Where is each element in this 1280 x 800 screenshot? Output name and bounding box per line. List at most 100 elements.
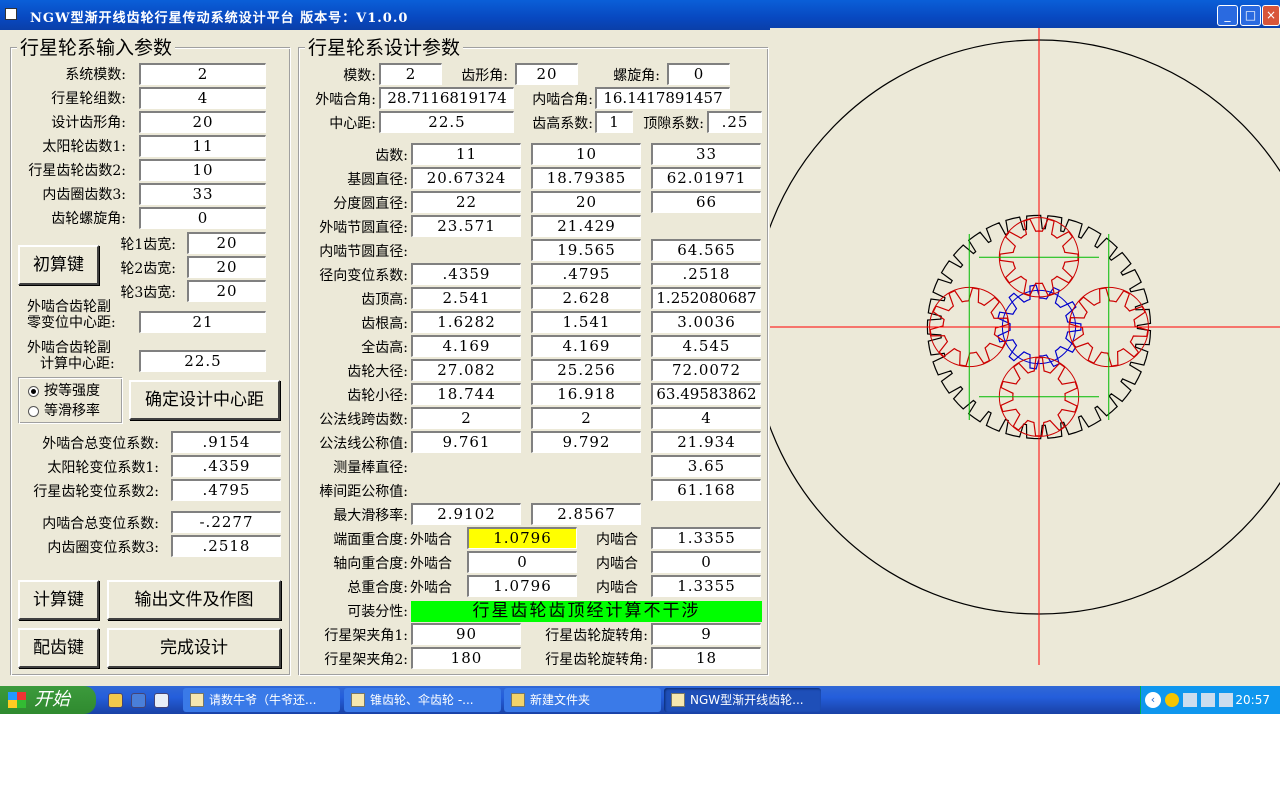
clock: 20:57 bbox=[1235, 693, 1270, 707]
assembly-status: 行星齿轮齿顶经计算不干涉 bbox=[411, 601, 762, 622]
minimize-button[interactable]: _ bbox=[1217, 5, 1238, 26]
helix-value: 0 bbox=[667, 63, 730, 85]
zero-center-label-1: 外啮合齿轮副 bbox=[27, 299, 111, 315]
pressure-angle-input[interactable]: 20 bbox=[139, 111, 266, 133]
confirm-center-button[interactable]: 确定设计中心距 bbox=[129, 380, 280, 420]
app-icon bbox=[5, 8, 17, 20]
taskbar-item-label: NGW型渐开线齿轮... bbox=[690, 693, 804, 707]
param-cell-gear2: 2.628 bbox=[531, 287, 641, 309]
param-cell-gear1: 2 bbox=[411, 407, 521, 429]
param-cell-gear3: 1.252080687 bbox=[651, 287, 761, 309]
taskbar-item-active[interactable]: NGW型渐开线齿轮... bbox=[664, 688, 821, 712]
window-title: NGW型渐开线齿轮行星传动系统设计平台 版本号：V1.0.0 bbox=[30, 11, 409, 26]
planet-count-input[interactable]: 4 bbox=[139, 87, 266, 109]
param-cell-gear3: 63.49583862 bbox=[651, 383, 761, 405]
helix-angle-input[interactable]: 0 bbox=[139, 207, 266, 229]
system-tray: ‹ 20:57 bbox=[1140, 686, 1280, 714]
param-cell-gear2: 19.565 bbox=[531, 239, 641, 261]
equal-strength-radio[interactable] bbox=[28, 386, 39, 397]
param-cell-gear3: 62.01971 bbox=[651, 167, 761, 189]
design-params-title: 行星轮系设计参数 bbox=[305, 38, 464, 58]
rot2-label: 行星齿轮旋转角: bbox=[545, 652, 648, 668]
param-cell-gear3: 3.65 bbox=[651, 455, 761, 477]
module-input[interactable]: 2 bbox=[139, 63, 266, 85]
init-calc-button[interactable]: 初算键 bbox=[18, 245, 99, 285]
zero-center-distance: 21 bbox=[139, 311, 266, 333]
param-cell-gear1: 2.541 bbox=[411, 287, 521, 309]
taskbar-item[interactable]: 新建文件夹 bbox=[504, 688, 661, 712]
param-cell-gear3: 61.168 bbox=[651, 479, 761, 501]
windows-logo-icon bbox=[8, 692, 26, 708]
sun-teeth-input[interactable]: 11 bbox=[139, 135, 266, 157]
transverse-overlap-ext: 1.0796 bbox=[467, 527, 577, 549]
total-overlap-int: 1.3355 bbox=[651, 575, 761, 597]
param-cell-gear2: 4.169 bbox=[531, 335, 641, 357]
gear-drawing-canvas bbox=[751, 28, 1280, 686]
gear1-width-input[interactable]: 20 bbox=[187, 232, 266, 254]
maximize-button[interactable]: □ bbox=[1240, 5, 1261, 26]
title-bar: NGW型渐开线齿轮行星传动系统设计平台 版本号：V1.0.0 _ □ × bbox=[0, 0, 1280, 30]
planet-teeth-input[interactable]: 10 bbox=[139, 159, 266, 181]
width-label: 轮3齿宽: bbox=[120, 285, 176, 301]
clearance-label: 顶隙系数: bbox=[643, 116, 704, 132]
shift-label: 内齿圈变位系数3: bbox=[47, 540, 159, 556]
quicklaunch-icon[interactable] bbox=[131, 693, 146, 708]
export-and-draw-button[interactable]: 输出文件及作图 bbox=[107, 580, 281, 620]
param-cell-gear3: 64.565 bbox=[651, 239, 761, 261]
param-cell-gear3: 4.545 bbox=[651, 335, 761, 357]
rot2-value: 18 bbox=[651, 647, 761, 669]
input-params-title: 行星轮系输入参数 bbox=[17, 38, 176, 58]
tray-expand-icon[interactable]: ‹ bbox=[1145, 692, 1161, 708]
gear2-width-input[interactable]: 20 bbox=[187, 256, 266, 278]
qq-icon[interactable] bbox=[1165, 693, 1179, 707]
field-label: 内齿圈齿数3: bbox=[42, 187, 126, 203]
gear3-width-input[interactable]: 20 bbox=[187, 280, 266, 302]
network-icon[interactable] bbox=[1183, 693, 1197, 707]
calculate-button[interactable]: 计算键 bbox=[18, 580, 99, 620]
calc-center-distance: 22.5 bbox=[139, 350, 266, 372]
param-cell-gear2: 1.541 bbox=[531, 311, 641, 333]
close-button[interactable]: × bbox=[1262, 5, 1280, 26]
equal-slip-radio[interactable] bbox=[28, 406, 39, 417]
ring-teeth-input[interactable]: 33 bbox=[139, 183, 266, 205]
param-cell-gear2: 20 bbox=[531, 191, 641, 213]
param-row-label: 内啮节圆直径: bbox=[319, 244, 408, 260]
taskbar-item[interactable]: 锥齿轮、伞齿轮 -... bbox=[344, 688, 501, 712]
match-teeth-button[interactable]: 配齿键 bbox=[18, 628, 99, 668]
network-icon[interactable] bbox=[1201, 693, 1215, 707]
param-row-label: 齿轮小径: bbox=[347, 388, 408, 404]
center-label: 中心距: bbox=[329, 116, 376, 132]
addendum-coef-value: 1 bbox=[595, 111, 633, 133]
volume-icon[interactable] bbox=[1219, 693, 1233, 707]
param-row-label: 棒间距公称值: bbox=[319, 484, 408, 500]
param-cell-gear2: 18.79385 bbox=[531, 167, 641, 189]
helix-label: 螺旋角: bbox=[613, 68, 660, 84]
param-cell-gear1: 18.744 bbox=[411, 383, 521, 405]
finish-design-button[interactable]: 完成设计 bbox=[107, 628, 281, 668]
param-row-label: 径向变位系数: bbox=[319, 268, 408, 284]
quicklaunch-icon[interactable] bbox=[108, 693, 123, 708]
quicklaunch-icon[interactable] bbox=[154, 693, 169, 708]
param-cell-gear1: 23.571 bbox=[411, 215, 521, 237]
param-cell-gear1: 4.169 bbox=[411, 335, 521, 357]
assembly-label: 可装分性: bbox=[347, 604, 408, 620]
overlap-label: 轴向重合度: bbox=[333, 556, 408, 572]
axial-overlap-int: 0 bbox=[651, 551, 761, 573]
taskbar-item[interactable]: 请数牛爷（牛爷还... bbox=[183, 688, 340, 712]
width-label: 轮2齿宽: bbox=[120, 261, 176, 277]
int-mesh-label: 内啮合 bbox=[596, 532, 638, 548]
start-button[interactable]: 开始 bbox=[0, 686, 96, 714]
param-cell-gear2: 9.792 bbox=[531, 431, 641, 453]
param-cell-gear2: 2 bbox=[531, 407, 641, 429]
equal-strength-label: 按等强度 bbox=[44, 383, 100, 399]
taskbar-item-label: 新建文件夹 bbox=[530, 693, 591, 707]
param-row-label: 最大滑移率: bbox=[333, 508, 408, 524]
param-cell-gear1: 11 bbox=[411, 143, 521, 165]
param-cell-gear1: 20.67324 bbox=[411, 167, 521, 189]
taskbar: 开始 请数牛爷（牛爷还... 锥齿轮、伞齿轮 -... 新建文件夹 NGW型渐开… bbox=[0, 686, 1280, 714]
int-angle-value: 16.1417891457 bbox=[595, 87, 730, 109]
field-label: 太阳轮齿数1: bbox=[42, 139, 126, 155]
ext-mesh-label: 外啮合 bbox=[410, 556, 452, 572]
param-cell-gear3: 21.934 bbox=[651, 431, 761, 453]
shift-label: 行星齿轮变位系数2: bbox=[33, 484, 159, 500]
